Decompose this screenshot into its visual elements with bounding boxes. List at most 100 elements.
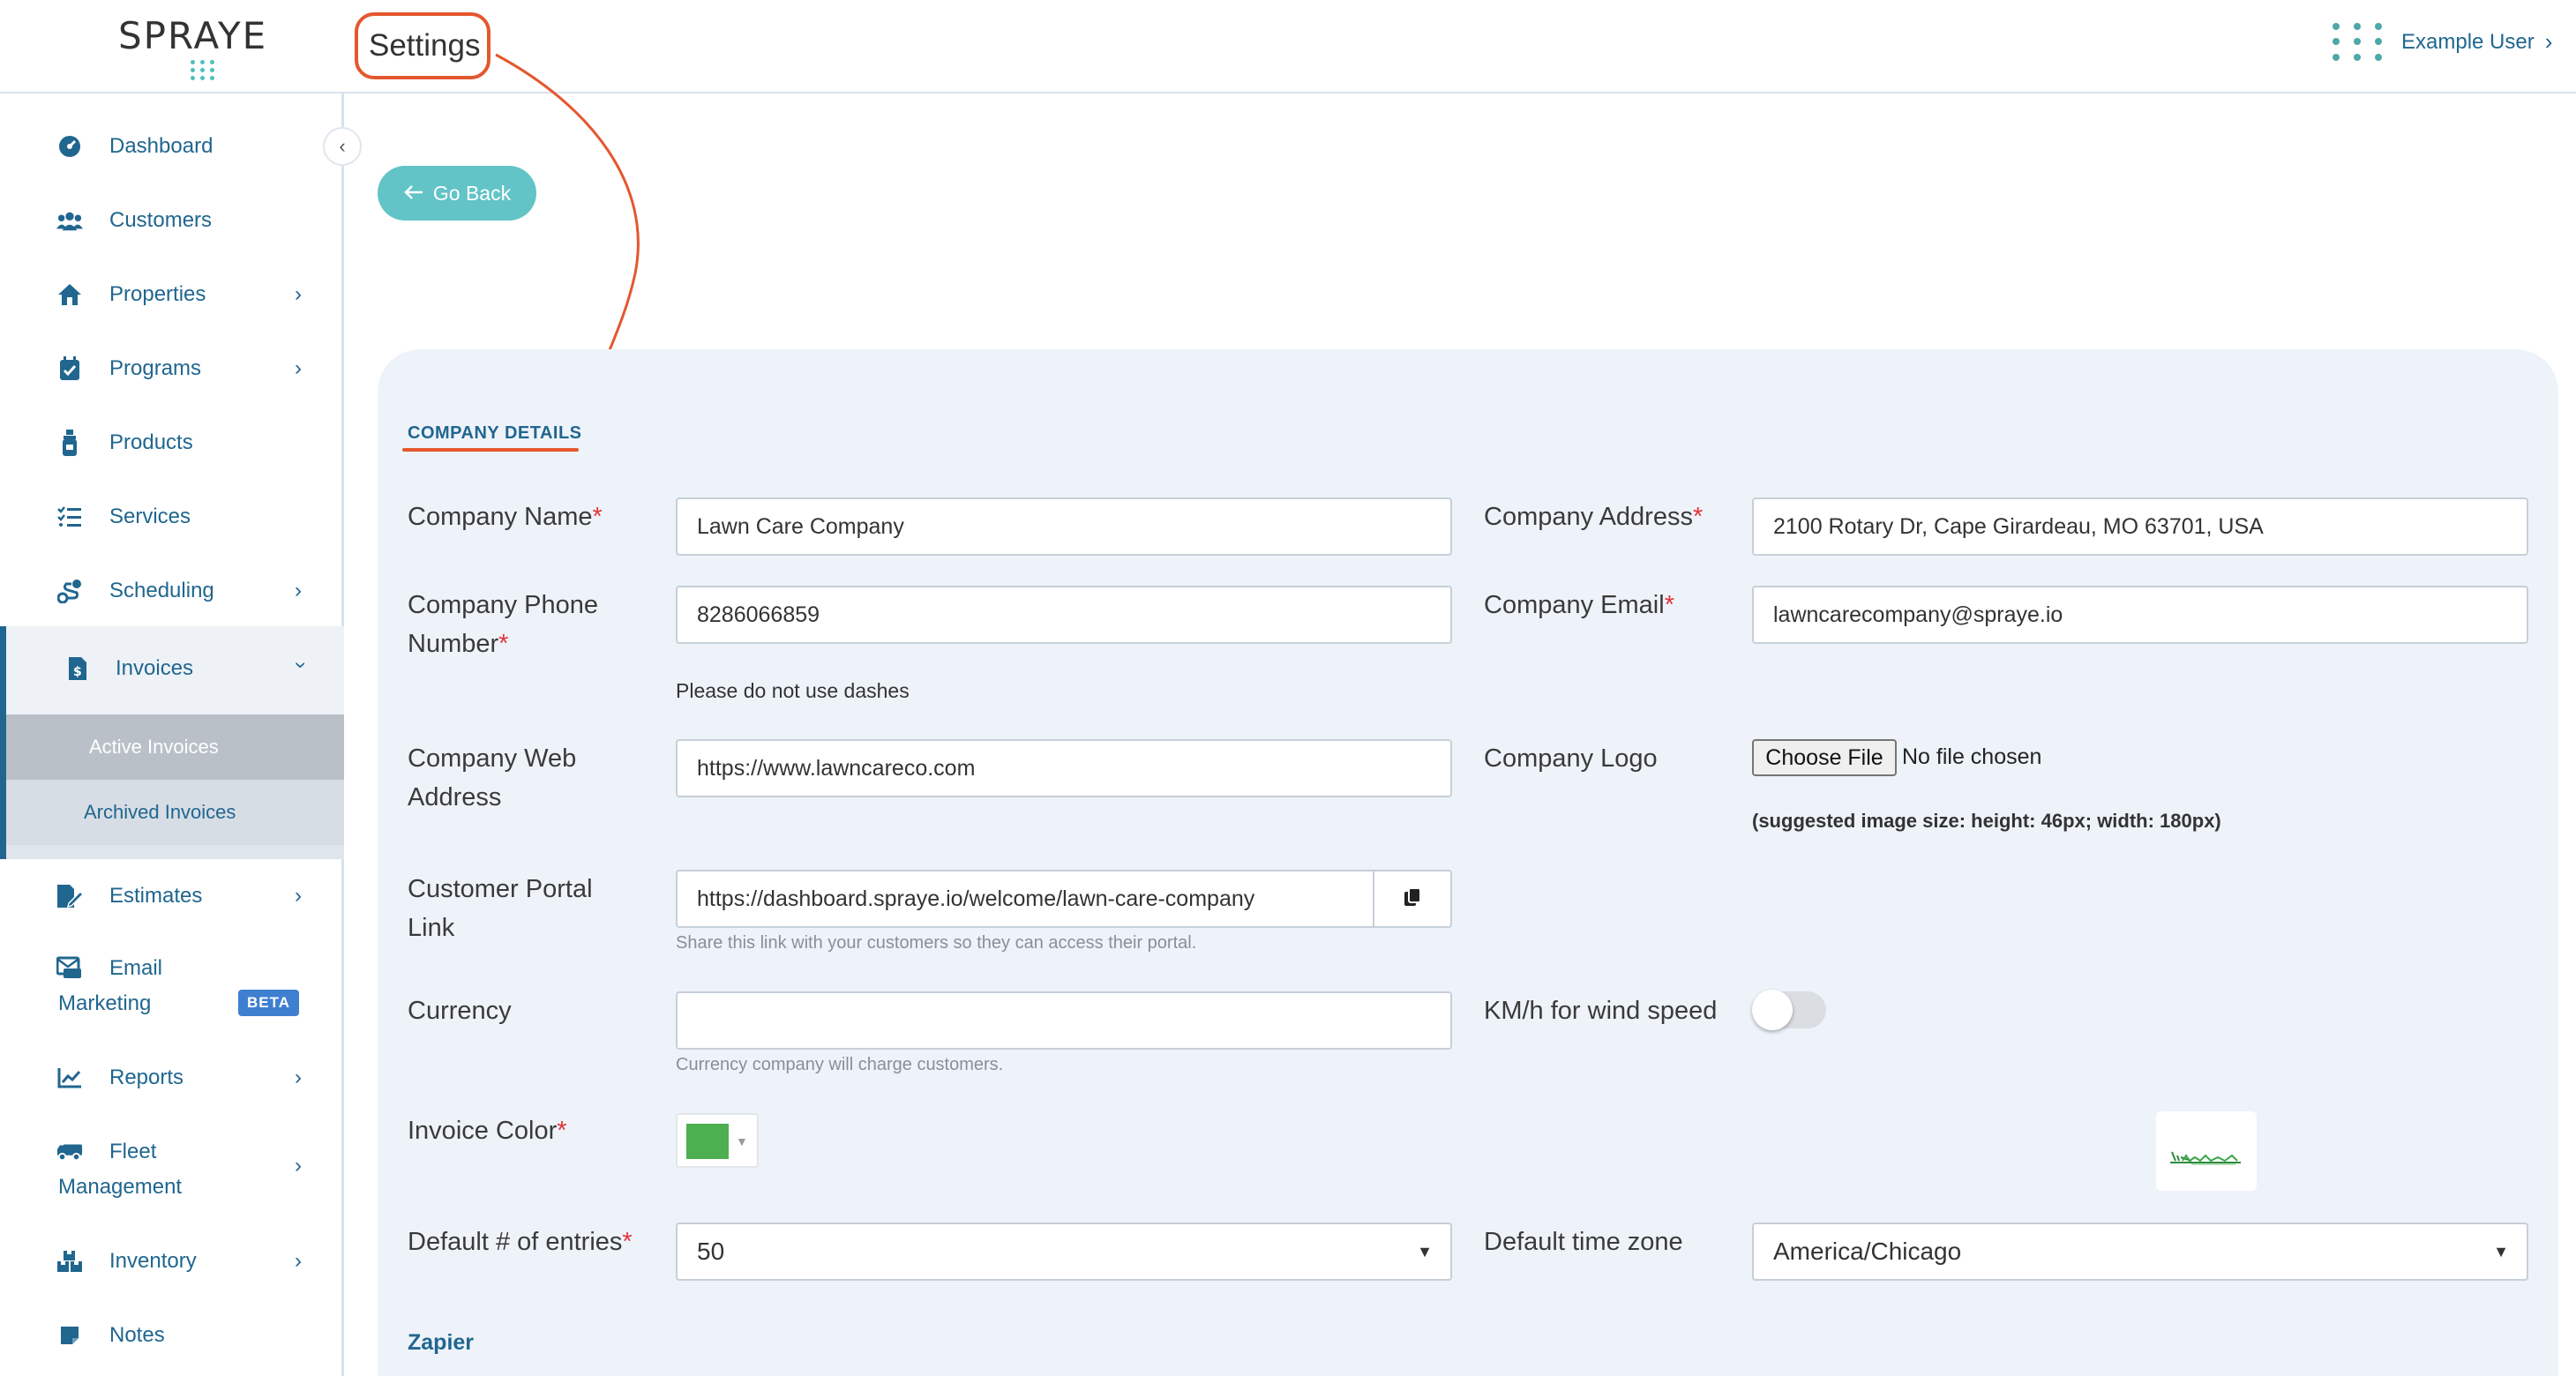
kmh-wind-toggle[interactable] [1752, 990, 1826, 1030]
page-title: Settings [369, 28, 481, 63]
portal-link-input[interactable]: https://dashboard.spraye.io/welcome/lawn… [676, 870, 1374, 928]
go-back-button[interactable]: Go Back [378, 166, 536, 221]
company-email-input[interactable]: lawncarecompany@spraye.io [1752, 586, 2528, 644]
calendar-check-icon [56, 355, 83, 382]
sidebar-item-label-line2: Management [58, 1175, 183, 1199]
chevron-right-icon: › [295, 282, 302, 306]
choose-file-button[interactable]: Choose File [1752, 739, 1897, 776]
truck-icon [56, 1138, 83, 1164]
phone-hint: Please do not use dashes [676, 679, 910, 702]
chevron-right-icon: › [295, 356, 302, 380]
sidebar-subitem-label: Archived Invoices [84, 801, 236, 823]
user-menu[interactable]: Example User › [2401, 28, 2552, 56]
company-email-label: Company Email* [1484, 591, 1674, 619]
sidebar-subitem-label: Active Invoices [89, 736, 219, 758]
company-address-label: Company Address* [1484, 503, 1704, 531]
logo-size-hint: (suggested image size: height: 46px; wid… [1752, 810, 2221, 832]
company-logo-label: Company Logo [1484, 744, 1658, 773]
company-web-label: Company Web Address [408, 744, 577, 811]
company-name-label: Company Name* [408, 503, 603, 531]
sidebar-item-label-line1: Fleet [109, 1140, 157, 1163]
estimate-icon [56, 883, 83, 909]
sidebar-item-services[interactable]: Services [0, 499, 341, 535]
sidebar-item-invoices[interactable]: $ Invoices › [6, 626, 344, 714]
sidebar-item-label: Scheduling [109, 579, 214, 602]
dashboard-icon [56, 133, 83, 160]
invoices-section: $ Invoices › Active Invoices Archived In… [0, 626, 344, 859]
company-address-input[interactable]: 2100 Rotary Dr, Cape Girardeau, MO 63701… [1752, 497, 2528, 556]
note-icon [56, 1322, 83, 1349]
spraye-logo[interactable]: SPRAYE [118, 14, 268, 80]
route-icon [56, 578, 83, 604]
sidebar-item-label: Properties [109, 282, 206, 306]
page-title-highlight: Settings [355, 12, 490, 79]
default-timezone-select[interactable]: America/Chicago ▼ [1752, 1223, 2528, 1281]
caret-down-icon: ▼ [2493, 1242, 2509, 1260]
sidebar-item-label: Dashboard [109, 134, 213, 158]
chart-line-icon [56, 1065, 83, 1091]
portal-link-label: Customer Portal Link [408, 875, 593, 942]
chevron-down-icon: › [289, 662, 313, 669]
sidebar-item-label: Products [109, 430, 193, 454]
company-logo-preview [2156, 1111, 2257, 1191]
list-icon [56, 504, 83, 530]
arrow-left-icon [403, 182, 424, 206]
sidebar-subitem-archived-invoices[interactable]: Archived Invoices [6, 780, 344, 845]
sidebar-item-label: Services [109, 505, 191, 528]
user-name: Example User [2401, 29, 2535, 54]
apps-grid-icon[interactable] [2333, 23, 2382, 62]
chevron-right-icon: › [2544, 28, 2553, 55]
company-phone-input[interactable]: 8286066859 [676, 586, 1452, 644]
sidebar-item-label-line2: Marketing [58, 991, 152, 1015]
beta-badge: BETA [238, 990, 300, 1016]
copy-icon [1404, 886, 1421, 911]
sidebar-item-programs[interactable]: Programs › [0, 351, 341, 386]
sidebar-item-reports[interactable]: Reports › [0, 1060, 341, 1096]
sidebar-item-label: Notes [109, 1323, 165, 1347]
currency-input[interactable] [676, 991, 1452, 1050]
default-timezone-label: Default time zone [1484, 1228, 1683, 1256]
sidebar-item-fleet-management[interactable]: Fleet Management › [0, 1134, 341, 1208]
caret-down-icon: ▼ [736, 1134, 748, 1148]
company-name-input[interactable]: Lawn Care Company [676, 497, 1452, 556]
chevron-right-icon: › [295, 1066, 302, 1089]
top-bar: SPRAYE Settings Example User › [0, 0, 2576, 93]
sidebar-item-dashboard[interactable]: Dashboard [0, 129, 341, 164]
invoice-color-picker[interactable]: ▼ [676, 1113, 759, 1168]
sidebar-item-label: Inventory [109, 1249, 197, 1273]
users-icon [56, 207, 83, 234]
sidebar-item-label: Invoices [116, 656, 194, 680]
logo-text: SPRAYE [118, 14, 268, 57]
currency-hint: Currency company will charge customers. [676, 1055, 1004, 1074]
sidebar-item-label: Programs [109, 356, 202, 380]
chevron-right-icon: › [295, 1249, 302, 1273]
zapier-section-title: Zapier [408, 1330, 475, 1355]
sidebar-item-properties[interactable]: Properties › [0, 277, 341, 312]
chevron-right-icon: › [295, 1154, 302, 1178]
logo-drops-icon [191, 60, 215, 80]
invoice-color-label: Invoice Color* [408, 1117, 567, 1145]
svg-text:$: $ [73, 665, 82, 679]
section-title-underline [402, 448, 579, 452]
currency-label: Currency [408, 997, 512, 1025]
chevron-right-icon: › [295, 579, 302, 602]
sidebar-subitem-active-invoices[interactable]: Active Invoices [6, 714, 344, 780]
home-icon [56, 281, 83, 308]
sidebar-item-estimates[interactable]: Estimates › [0, 879, 341, 914]
caret-down-icon: ▼ [1417, 1242, 1433, 1260]
sidebar-item-customers[interactable]: Customers [0, 203, 341, 238]
sidebar-item-email-marketing[interactable]: Email Marketing BETA [0, 951, 341, 1025]
default-entries-select[interactable]: 50 ▼ [676, 1223, 1452, 1281]
sidebar-item-products[interactable]: Products [0, 425, 341, 460]
file-status: No file chosen [1902, 744, 2042, 769]
company-phone-label: Company Phone Number* [408, 591, 599, 658]
invoice-icon: $ [68, 656, 87, 685]
copy-link-button[interactable] [1373, 870, 1452, 928]
default-entries-label: Default # of entries* [408, 1228, 633, 1256]
sidebar-item-inventory[interactable]: Inventory › [0, 1244, 341, 1279]
sidebar-item-notes[interactable]: Notes [0, 1318, 341, 1353]
sidebar-item-scheduling[interactable]: Scheduling › [0, 573, 341, 609]
boxes-icon [56, 1248, 83, 1275]
company-web-input[interactable]: https://www.lawncareco.com [676, 739, 1452, 797]
sidebar-item-label: Reports [109, 1066, 184, 1089]
